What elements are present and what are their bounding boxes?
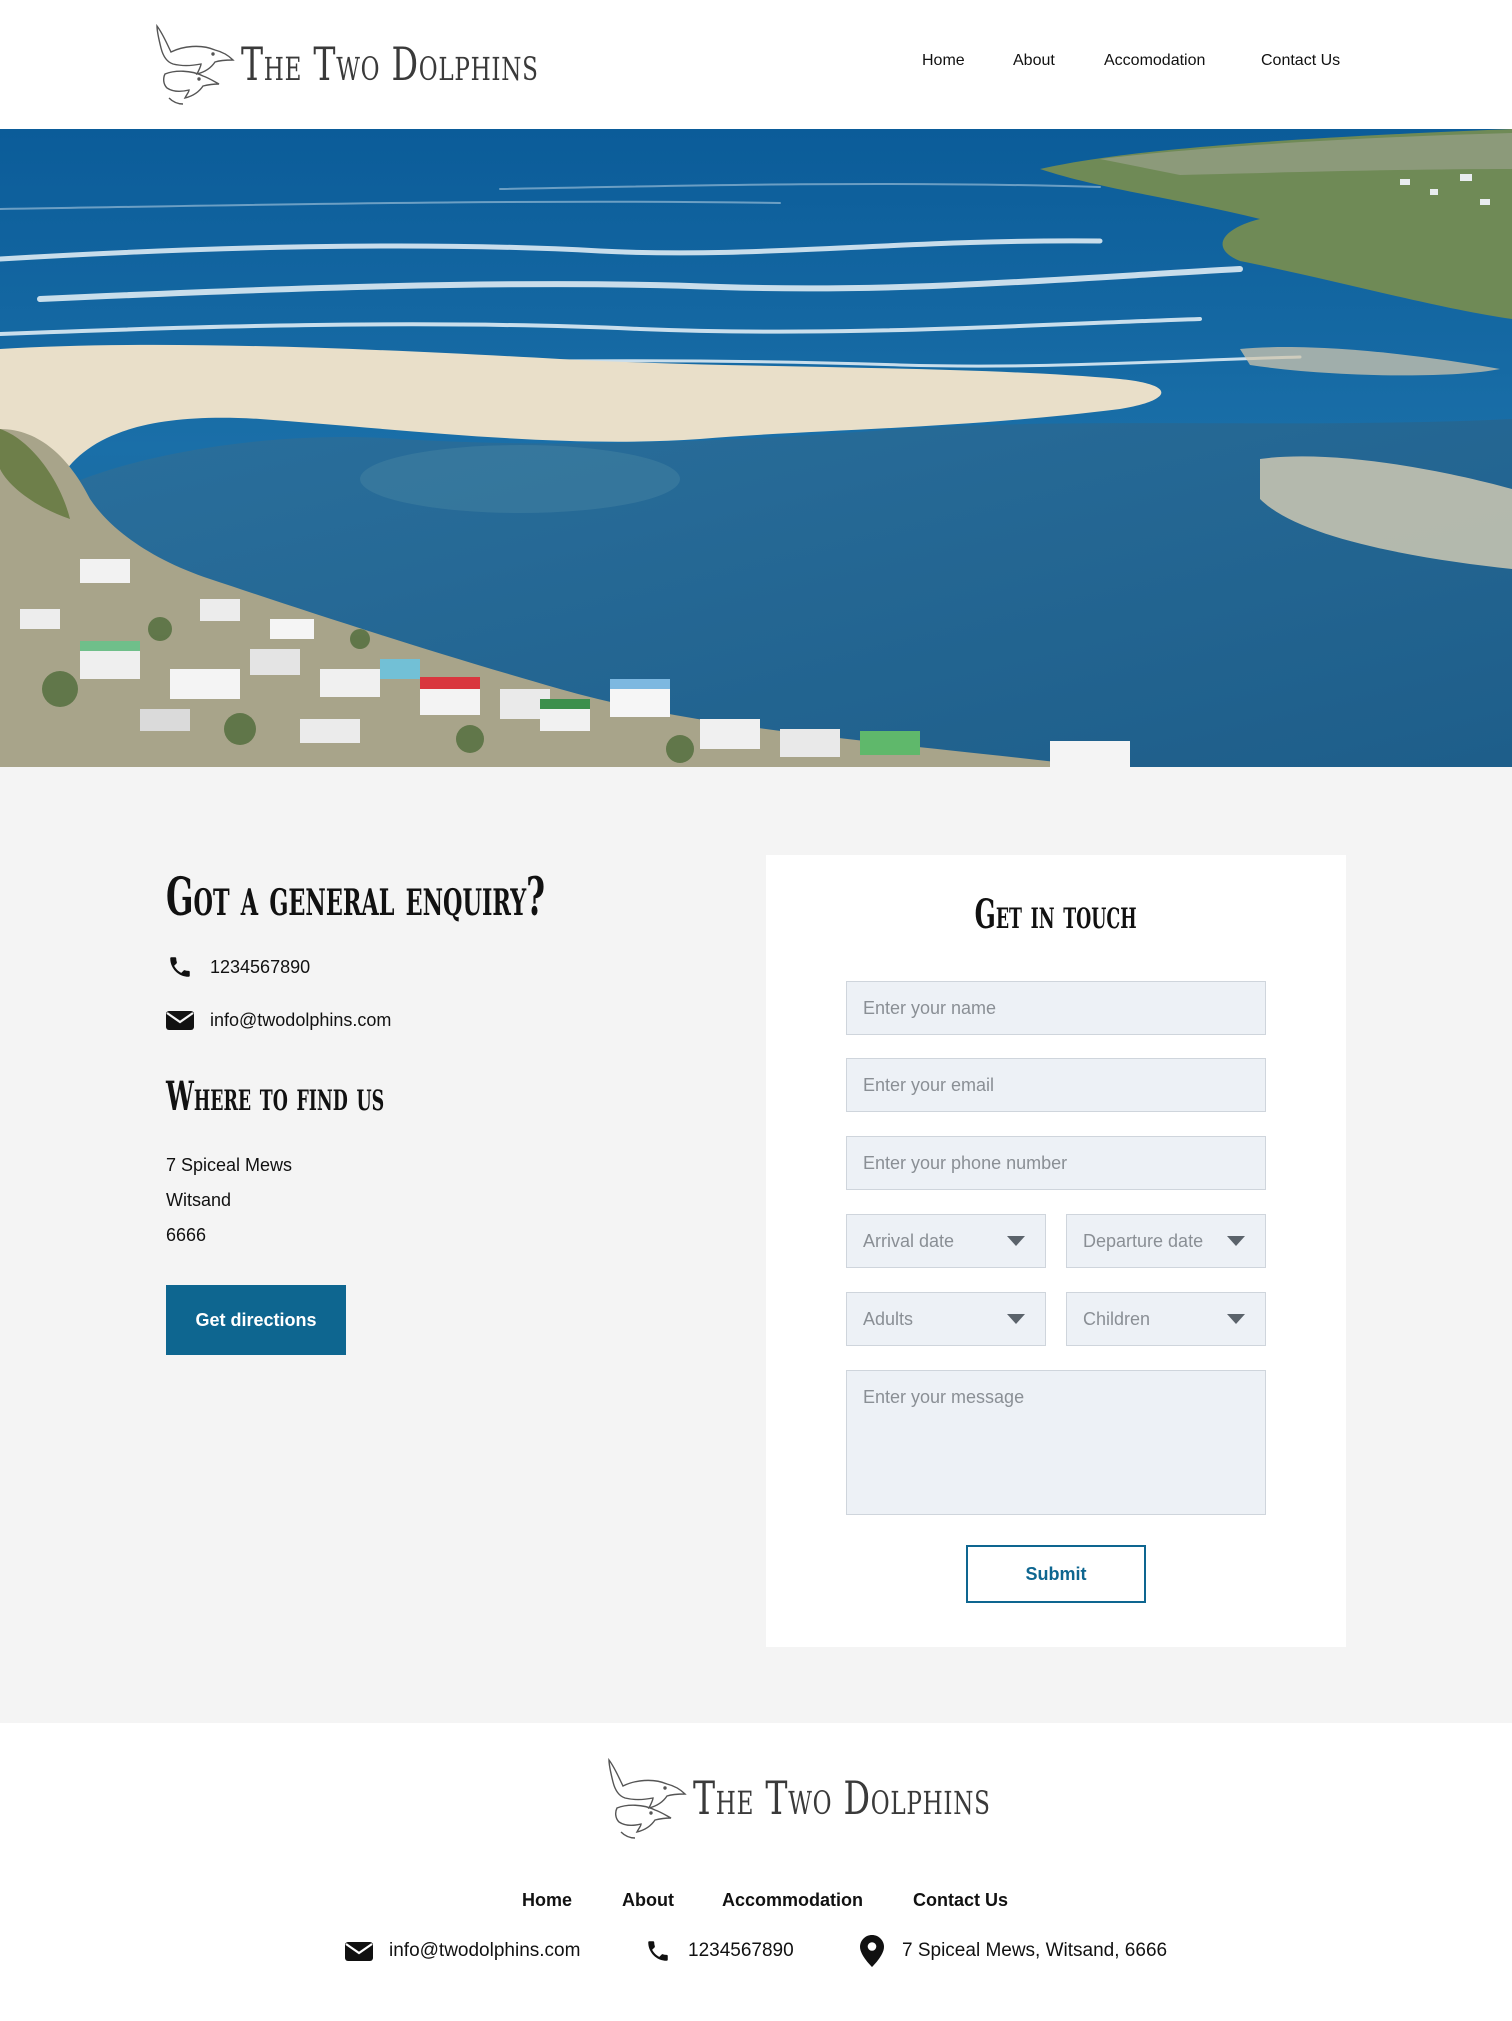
nav-about[interactable]: About <box>1013 52 1055 70</box>
phone-placeholder: Enter your phone number <box>863 1152 1068 1173</box>
footer-logo[interactable]: The Two Dolphins <box>605 1756 1106 1840</box>
submit-button[interactable]: Submit <box>966 1545 1146 1603</box>
map-pin-icon <box>858 1935 886 1967</box>
dolphins-logo-icon <box>608 1757 687 1839</box>
hero-image <box>0 129 1512 767</box>
adults-select[interactable]: Adults <box>846 1292 1046 1346</box>
phone-input[interactable]: Enter your phone number <box>846 1136 1266 1190</box>
message-placeholder: Enter your message <box>863 1387 1025 1407</box>
phone-icon <box>166 953 194 981</box>
children-select[interactable]: Children <box>1066 1292 1266 1346</box>
site-footer: The Two Dolphins Home About Accommodatio… <box>0 1723 1512 2021</box>
nav-accommodation[interactable]: Accomodation <box>1104 52 1205 70</box>
adults-label: Adults <box>863 1308 914 1329</box>
email-input[interactable]: Enter your email <box>846 1058 1266 1112</box>
footer-address: 7 Spiceal Mews, Witsand, 6666 <box>858 1935 1168 1967</box>
nav-home[interactable]: Home <box>922 52 965 70</box>
footer-email-text[interactable]: info@twodolphins.com <box>389 1940 580 1962</box>
envelope-icon <box>166 1006 194 1034</box>
footer-phone-text[interactable]: 1234567890 <box>688 1940 794 1962</box>
footer-email: info@twodolphins.com <box>345 1936 580 1966</box>
arrival-date-select[interactable]: Arrival date <box>846 1214 1046 1268</box>
departure-label: Departure date <box>1083 1230 1204 1251</box>
find-us-title: Where to find us <box>166 1073 385 1120</box>
name-placeholder: Enter your name <box>863 997 997 1018</box>
chevron-down-icon <box>1007 1236 1025 1246</box>
form-title: Get in touch <box>766 891 1346 938</box>
contact-form-card: Get in touch Enter your name Enter your … <box>766 855 1346 1647</box>
address-line-3: 6666 <box>166 1225 207 1245</box>
chevron-down-icon <box>1007 1314 1025 1324</box>
footer-nav-accommodation[interactable]: Accommodation <box>722 1890 863 1911</box>
chevron-down-icon <box>1227 1314 1245 1324</box>
chevron-down-icon <box>1227 1236 1245 1246</box>
footer-nav-about[interactable]: About <box>622 1890 674 1911</box>
enquiry-email-text[interactable]: info@twodolphins.com <box>210 1010 391 1031</box>
enquiry-phone-text[interactable]: 1234567890 <box>210 957 310 978</box>
contact-section: Got a general enquiry? 1234567890 info@t… <box>0 767 1512 1723</box>
footer-address-text: 7 Spiceal Mews, Witsand, 6666 <box>902 1940 1168 1961</box>
form-title-text: Get in touch <box>974 891 1137 938</box>
enquiry-title: Got a general enquiry? <box>166 867 546 928</box>
main-nav: Home About Accomodation Contact Us <box>0 52 1512 78</box>
message-textarea[interactable]: Enter your message <box>846 1370 1266 1515</box>
envelope-icon <box>345 1936 373 1966</box>
coastal-landscape-image <box>0 129 1512 767</box>
address-line-1: 7 Spiceal Mews <box>166 1155 293 1175</box>
site-header: The Two Dolphins Home About Accomodation… <box>0 0 1512 129</box>
arrival-label: Arrival date <box>863 1230 955 1251</box>
children-label: Children <box>1083 1308 1151 1329</box>
get-directions-button[interactable]: Get directions <box>166 1285 346 1355</box>
address-line-2: Witsand <box>166 1190 232 1210</box>
footer-nav-home[interactable]: Home <box>522 1890 572 1911</box>
name-input[interactable]: Enter your name <box>846 981 1266 1035</box>
footer-phone: 1234567890 <box>644 1936 794 1966</box>
enquiry-phone: 1234567890 <box>166 953 310 981</box>
footer-brand-name: The Two Dolphins <box>693 1771 991 1825</box>
footer-nav-contact[interactable]: Contact Us <box>913 1890 1008 1911</box>
nav-contact[interactable]: Contact Us <box>1261 52 1340 70</box>
enquiry-email: info@twodolphins.com <box>166 1006 391 1034</box>
phone-icon <box>644 1936 672 1966</box>
email-placeholder: Enter your email <box>863 1074 995 1095</box>
departure-date-select[interactable]: Departure date <box>1066 1214 1266 1268</box>
